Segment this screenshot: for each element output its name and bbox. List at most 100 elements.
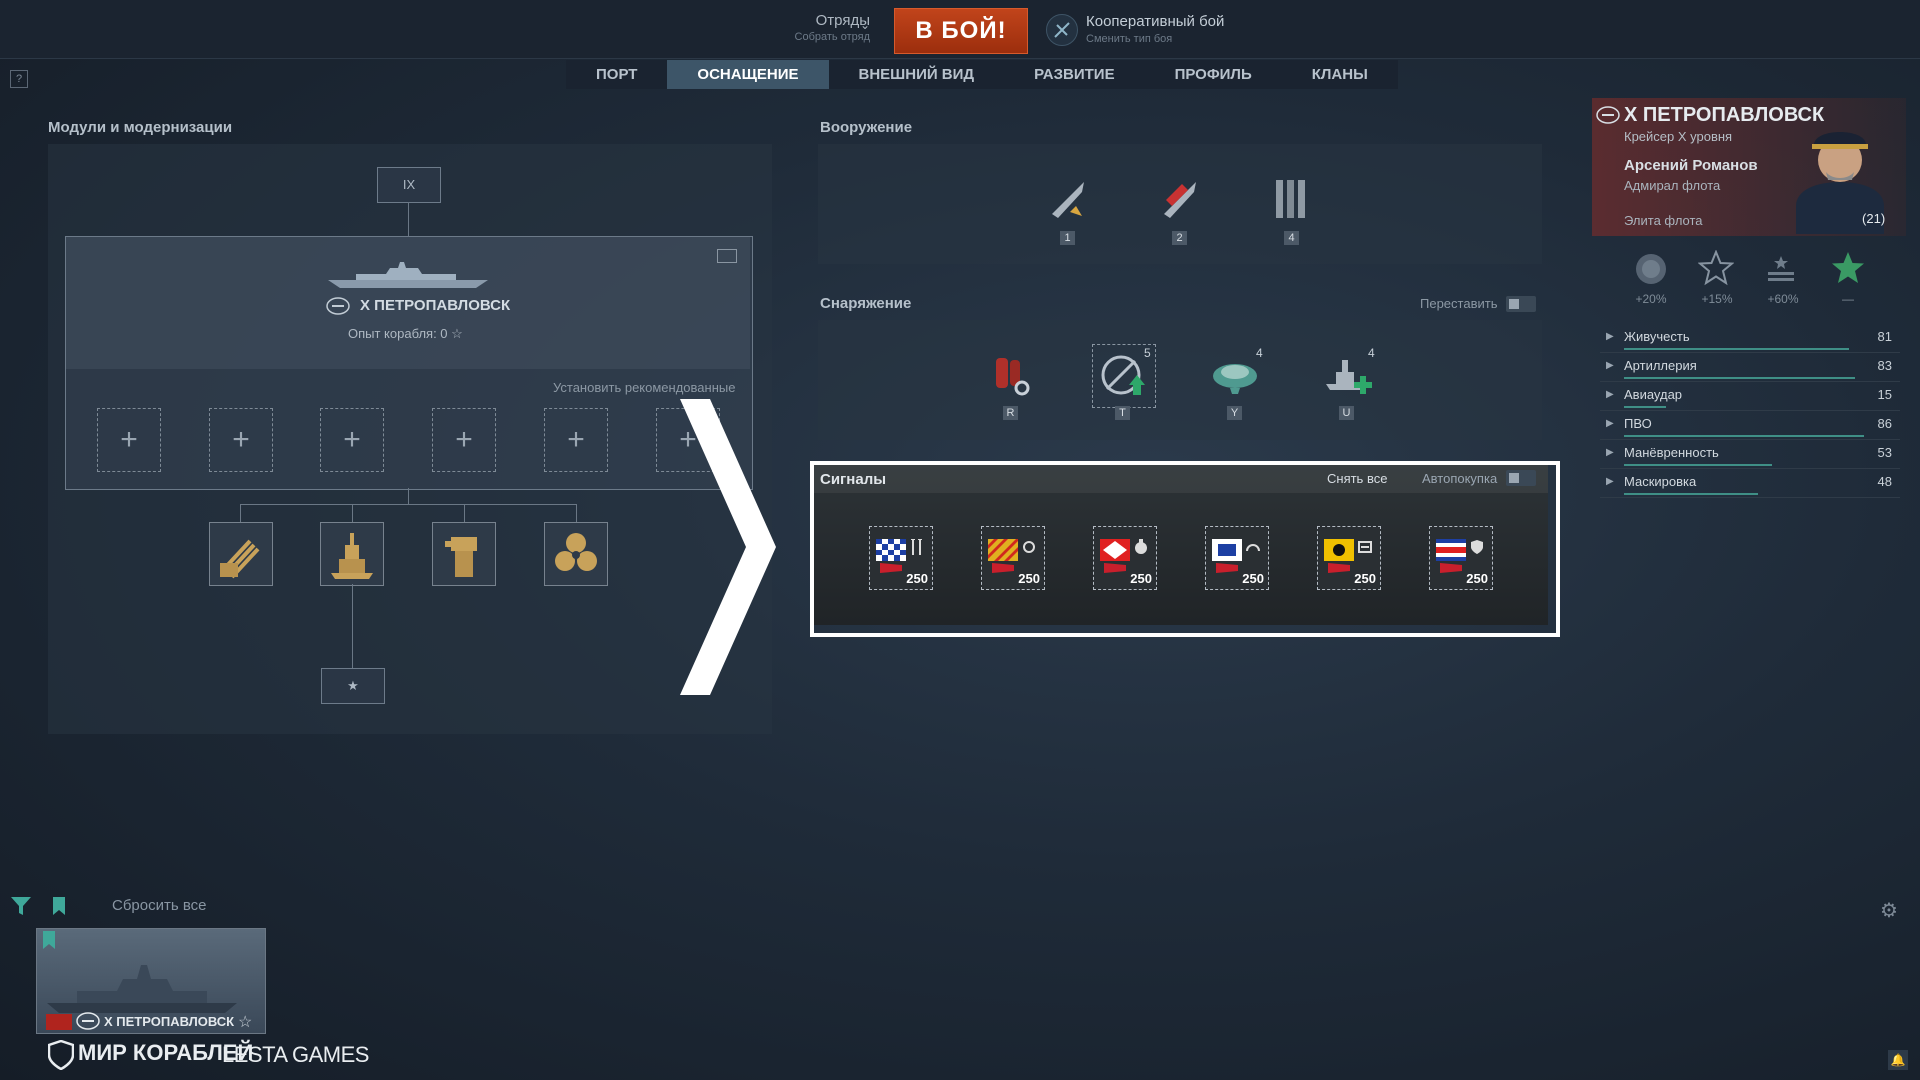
swap-label: Переставить — [1420, 296, 1498, 311]
signal-slot[interactable]: 250 — [1317, 526, 1381, 590]
stat-row-maneuverability[interactable]: ▶ Манёвренность 53 — [1600, 441, 1900, 469]
propulsion-module[interactable] — [544, 522, 608, 586]
autobuy-toggle[interactable] — [1506, 470, 1536, 486]
ship-silhouette-icon — [326, 258, 490, 295]
consumable-slot[interactable] — [1320, 348, 1374, 407]
stat-value: 15 — [1877, 387, 1892, 402]
tab-development[interactable]: РАЗВИТИЕ — [1004, 60, 1144, 89]
hull-module[interactable] — [320, 522, 384, 586]
chevron-right-icon: ▶ — [1606, 447, 1614, 458]
stat-row-survivability[interactable]: ▶ Живучесть 81 — [1600, 325, 1900, 353]
battle-type-icon[interactable] — [1046, 14, 1078, 46]
signal-slot[interactable]: 250 — [981, 526, 1045, 590]
commander-elite: Элита флота — [1624, 213, 1703, 228]
stat-row-aa[interactable]: ▶ ПВО 86 — [1600, 412, 1900, 440]
chevron-right-icon: ▶ — [1606, 389, 1614, 400]
filter-icon[interactable] — [10, 896, 32, 921]
stat-name: Артиллерия — [1624, 358, 1697, 373]
bookmark-icon[interactable] — [52, 896, 66, 921]
fire-control-module[interactable] — [432, 522, 496, 586]
chevron-right-icon: ▶ — [1606, 331, 1614, 342]
stat-name: Живучесть — [1624, 329, 1690, 344]
tab-clans[interactable]: КЛАНЫ — [1282, 60, 1398, 89]
star-outline-icon — [1697, 249, 1735, 291]
divider — [1600, 410, 1900, 411]
tab-profile[interactable]: ПРОФИЛЬ — [1145, 60, 1282, 89]
tab-appearance[interactable]: ВНЕШНИЙ ВИД — [829, 60, 1005, 89]
tree-line — [352, 584, 353, 668]
commander-name: Арсений Романов — [1624, 157, 1758, 174]
carousel-ship-name: X ПЕТРОПАВЛОВСК — [104, 1014, 235, 1029]
signal-4-icon — [1212, 539, 1242, 561]
reset-filters-button[interactable]: Сбросить все — [112, 897, 206, 914]
swap-toggle[interactable] — [1506, 296, 1536, 312]
favorite-star-icon[interactable]: ☆ — [238, 1012, 252, 1032]
tab-port[interactable]: ПОРТ — [566, 60, 667, 89]
tree-line — [240, 504, 241, 522]
previous-ship-node[interactable]: IX — [377, 167, 441, 203]
consumable-slot[interactable] — [984, 348, 1038, 407]
gear-icon[interactable]: ⚙ — [1880, 898, 1898, 923]
rank-bars-icon — [1766, 254, 1796, 289]
signal-count: 250 — [1130, 571, 1152, 586]
next-ship-node[interactable]: ★ — [321, 668, 385, 704]
signal-count: 250 — [1354, 571, 1376, 586]
stat-name: ПВО — [1624, 416, 1652, 431]
stat-row-artillery[interactable]: ▶ Артиллерия 83 — [1600, 354, 1900, 382]
tree-line — [464, 504, 465, 522]
consumable-slot[interactable] — [1208, 348, 1262, 407]
signal-slot[interactable]: 250 — [1205, 526, 1269, 590]
stat-value: 86 — [1877, 416, 1892, 431]
battle-type-selector[interactable]: Кооперативный бой Сменить тип боя — [1086, 13, 1224, 45]
tree-line — [240, 504, 576, 505]
squads-button[interactable]: Отряды Собрать отряд — [760, 12, 870, 43]
upgrade-slot[interactable]: + — [432, 408, 496, 472]
help-icon[interactable]: ? — [10, 70, 28, 88]
signal-slot[interactable]: 250 — [1093, 526, 1157, 590]
signal-count: 250 — [906, 571, 928, 586]
notification-icon[interactable]: 🔔 — [1888, 1050, 1908, 1070]
video-icon[interactable] — [717, 249, 737, 263]
upgrade-slot[interactable]: + — [544, 408, 608, 472]
upgrade-slot[interactable]: + — [320, 408, 384, 472]
stat-value: 53 — [1877, 445, 1892, 460]
stat-bar — [1624, 435, 1864, 437]
ammo-slot[interactable] — [1152, 172, 1206, 231]
stat-row-airstrike[interactable]: ▶ Авиаудар 15 — [1600, 383, 1900, 411]
chevron-right-icon: ▶ — [1606, 476, 1614, 487]
divider — [1600, 468, 1900, 469]
main-battery-module[interactable] — [209, 522, 273, 586]
stat-row-concealment[interactable]: ▶ Маскировка 48 — [1600, 470, 1900, 498]
hotkey-badge: R — [1003, 406, 1018, 420]
ammo-slot[interactable] — [1040, 172, 1094, 231]
repair-party-icon — [1326, 360, 1372, 394]
ammo-slot[interactable] — [1264, 172, 1318, 231]
stat-name: Авиаудар — [1624, 387, 1683, 402]
chevron-down-icon[interactable]: ⌄ — [860, 18, 870, 32]
signals-title: Сигналы — [820, 471, 887, 488]
nation-icon — [1596, 106, 1620, 129]
pennant-icon — [1440, 563, 1462, 573]
pennant-icon — [992, 563, 1014, 573]
consumable-count: 4 — [1368, 346, 1375, 360]
hydroacoustic-icon — [1213, 364, 1257, 394]
modules-title: Модули и модернизации — [48, 119, 233, 136]
star-filled-icon — [1830, 250, 1866, 291]
signal-slot[interactable]: 250 — [869, 526, 933, 590]
upgrade-slot[interactable]: + — [209, 408, 273, 472]
bonus-value: +15% — [1701, 292, 1733, 306]
tier-label: IX — [402, 177, 416, 192]
pointer-arrow-icon — [670, 395, 780, 705]
equipment-panel — [818, 320, 1542, 440]
nation-icon — [76, 1012, 100, 1035]
bonus-value: — — [1842, 292, 1854, 306]
hotkey-badge: U — [1339, 406, 1354, 420]
install-recommended-button[interactable]: Установить рекомендованные — [553, 380, 735, 395]
battle-button[interactable]: В БОЙ! — [894, 8, 1028, 54]
signal-slot[interactable]: 250 — [1429, 526, 1493, 590]
stat-bar — [1624, 406, 1666, 408]
tab-equipment[interactable]: ОСНАЩЕНИЕ — [667, 60, 829, 89]
hotkey-badge: Y — [1227, 406, 1242, 420]
upgrade-slot[interactable]: + — [97, 408, 161, 472]
remove-all-button[interactable]: Снять все — [1327, 471, 1387, 486]
